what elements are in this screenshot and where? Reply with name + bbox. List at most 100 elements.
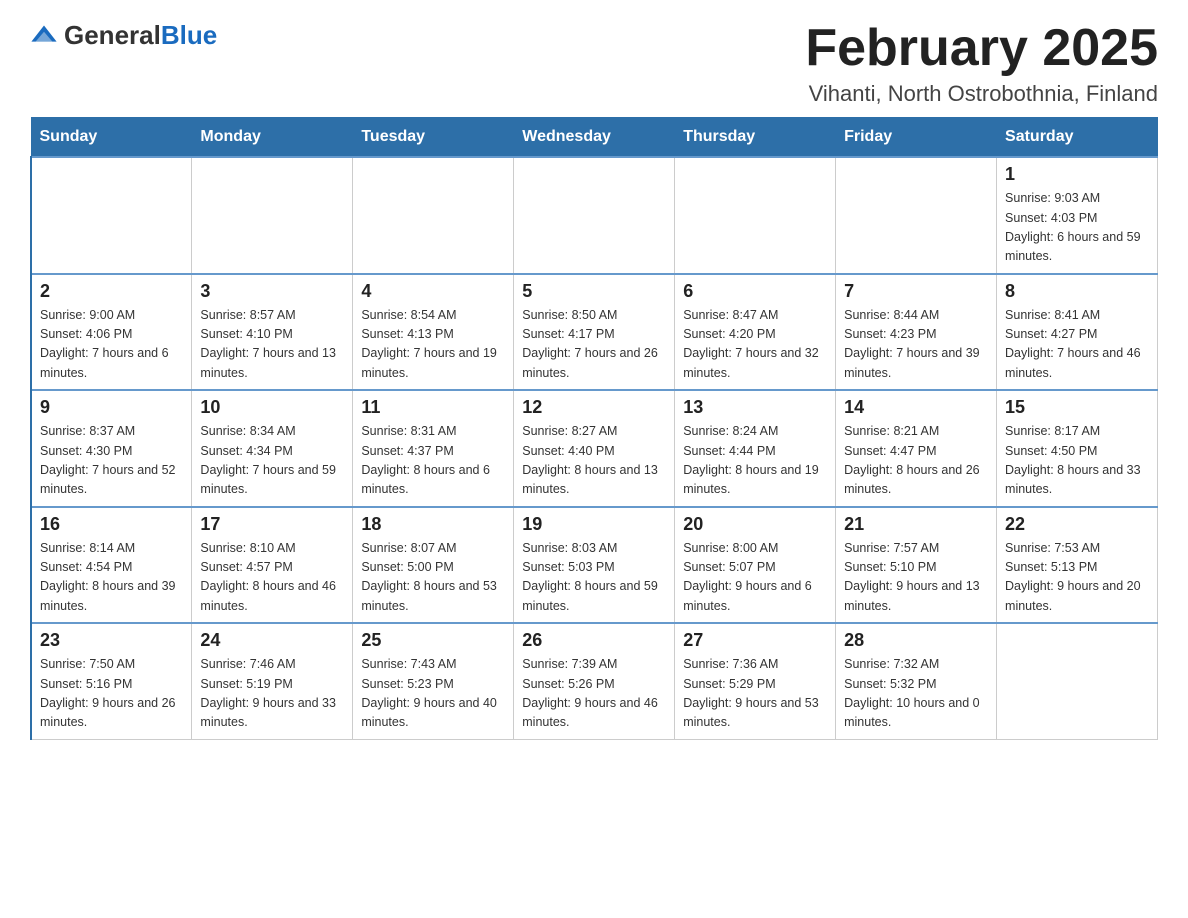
- calendar-cell: [675, 157, 836, 274]
- day-info: Sunrise: 8:50 AMSunset: 4:17 PMDaylight:…: [522, 306, 666, 384]
- calendar-cell: 28 Sunrise: 7:32 AMSunset: 5:32 PMDayligh…: [836, 623, 997, 739]
- calendar-cell: 3 Sunrise: 8:57 AMSunset: 4:10 PMDaylight…: [192, 274, 353, 391]
- calendar-cell: 12Sunrise: 8:27 AMSunset: 4:40 PMDayligh…: [514, 390, 675, 507]
- calendar-header-row: SundayMondayTuesdayWednesdayThursdayFrid…: [31, 118, 1158, 158]
- calendar-cell: [31, 157, 192, 274]
- calendar-cell: 7 Sunrise: 8:44 AMSunset: 4:23 PMDaylight…: [836, 274, 997, 391]
- day-number: 9: [40, 397, 183, 418]
- calendar-cell: [353, 157, 514, 274]
- calendar-cell: 26Sunrise: 7:39 AMSunset: 5:26 PMDayligh…: [514, 623, 675, 739]
- calendar-cell: 5 Sunrise: 8:50 AMSunset: 4:17 PMDaylight…: [514, 274, 675, 391]
- calendar-cell: 24Sunrise: 7:46 AMSunset: 5:19 PMDayligh…: [192, 623, 353, 739]
- calendar-cell: 6 Sunrise: 8:47 AMSunset: 4:20 PMDaylight…: [675, 274, 836, 391]
- day-number: 15: [1005, 397, 1149, 418]
- day-info: Sunrise: 8:34 AMSunset: 4:34 PMDaylight:…: [200, 422, 344, 500]
- header-saturday: Saturday: [997, 118, 1158, 158]
- day-info: Sunrise: 8:07 AMSunset: 5:00 PMDaylight:…: [361, 539, 505, 617]
- day-info: Sunrise: 7:32 AMSunset: 5:32 PMDaylight:…: [844, 655, 988, 733]
- day-number: 10: [200, 397, 344, 418]
- header-thursday: Thursday: [675, 118, 836, 158]
- calendar-cell: 11 Sunrise: 8:31 AMSunset: 4:37 PMDayligh…: [353, 390, 514, 507]
- day-info: Sunrise: 7:50 AMSunset: 5:16 PMDaylight:…: [40, 655, 183, 733]
- day-info: Sunrise: 8:21 AMSunset: 4:47 PMDaylight:…: [844, 422, 988, 500]
- day-info: Sunrise: 8:10 AMSunset: 4:57 PMDaylight:…: [200, 539, 344, 617]
- day-number: 23: [40, 630, 183, 651]
- calendar-cell: 25 Sunrise: 7:43 AMSunset: 5:23 PMDayligh…: [353, 623, 514, 739]
- logo-icon: [30, 22, 58, 50]
- calendar-cell: 21 Sunrise: 7:57 AMSunset: 5:10 PMDayligh…: [836, 507, 997, 624]
- calendar-week-row: 9 Sunrise: 8:37 AMSunset: 4:30 PMDaylight…: [31, 390, 1158, 507]
- day-info: Sunrise: 8:37 AMSunset: 4:30 PMDaylight:…: [40, 422, 183, 500]
- calendar-cell: 9 Sunrise: 8:37 AMSunset: 4:30 PMDaylight…: [31, 390, 192, 507]
- day-number: 5: [522, 281, 666, 302]
- title-block: February 2025 Vihanti, North Ostrobothni…: [805, 20, 1158, 107]
- day-number: 28: [844, 630, 988, 651]
- day-number: 6: [683, 281, 827, 302]
- day-info: Sunrise: 8:24 AMSunset: 4:44 PMDaylight:…: [683, 422, 827, 500]
- day-info: Sunrise: 9:03 AMSunset: 4:03 PMDaylight:…: [1005, 189, 1149, 267]
- day-info: Sunrise: 7:39 AMSunset: 5:26 PMDaylight:…: [522, 655, 666, 733]
- header-tuesday: Tuesday: [353, 118, 514, 158]
- day-info: Sunrise: 8:47 AMSunset: 4:20 PMDaylight:…: [683, 306, 827, 384]
- day-number: 11: [361, 397, 505, 418]
- calendar-cell: 14 Sunrise: 8:21 AMSunset: 4:47 PMDayligh…: [836, 390, 997, 507]
- logo-text: GeneralBlue: [64, 20, 217, 51]
- day-info: Sunrise: 8:03 AMSunset: 5:03 PMDaylight:…: [522, 539, 666, 617]
- day-number: 2: [40, 281, 183, 302]
- day-number: 25: [361, 630, 505, 651]
- calendar-cell: 10 Sunrise: 8:34 AMSunset: 4:34 PMDayligh…: [192, 390, 353, 507]
- calendar-cell: [192, 157, 353, 274]
- day-number: 13: [683, 397, 827, 418]
- day-number: 17: [200, 514, 344, 535]
- day-number: 24: [200, 630, 344, 651]
- calendar-cell: 27Sunrise: 7:36 AMSunset: 5:29 PMDayligh…: [675, 623, 836, 739]
- day-number: 3: [200, 281, 344, 302]
- logo: GeneralBlue: [30, 20, 217, 51]
- calendar-cell: 18Sunrise: 8:07 AMSunset: 5:00 PMDayligh…: [353, 507, 514, 624]
- calendar-cell: 13 Sunrise: 8:24 AMSunset: 4:44 PMDayligh…: [675, 390, 836, 507]
- day-info: Sunrise: 8:14 AMSunset: 4:54 PMDaylight:…: [40, 539, 183, 617]
- day-number: 27: [683, 630, 827, 651]
- day-info: Sunrise: 8:57 AMSunset: 4:10 PMDaylight:…: [200, 306, 344, 384]
- header-sunday: Sunday: [31, 118, 192, 158]
- day-number: 14: [844, 397, 988, 418]
- day-number: 16: [40, 514, 183, 535]
- calendar-week-row: 23 Sunrise: 7:50 AMSunset: 5:16 PMDayligh…: [31, 623, 1158, 739]
- calendar-cell: 2 Sunrise: 9:00 AMSunset: 4:06 PMDaylight…: [31, 274, 192, 391]
- month-title: February 2025: [805, 20, 1158, 77]
- location-subtitle: Vihanti, North Ostrobothnia, Finland: [805, 81, 1158, 107]
- calendar-cell: 17 Sunrise: 8:10 AMSunset: 4:57 PMDayligh…: [192, 507, 353, 624]
- day-number: 20: [683, 514, 827, 535]
- day-info: Sunrise: 8:54 AMSunset: 4:13 PMDaylight:…: [361, 306, 505, 384]
- day-info: Sunrise: 7:53 AMSunset: 5:13 PMDaylight:…: [1005, 539, 1149, 617]
- calendar-cell: 20 Sunrise: 8:00 AMSunset: 5:07 PMDayligh…: [675, 507, 836, 624]
- day-info: Sunrise: 7:57 AMSunset: 5:10 PMDaylight:…: [844, 539, 988, 617]
- calendar-week-row: 1 Sunrise: 9:03 AMSunset: 4:03 PMDaylight…: [31, 157, 1158, 274]
- day-info: Sunrise: 8:41 AMSunset: 4:27 PMDaylight:…: [1005, 306, 1149, 384]
- calendar-cell: 8Sunrise: 8:41 AMSunset: 4:27 PMDaylight…: [997, 274, 1158, 391]
- calendar-week-row: 16 Sunrise: 8:14 AMSunset: 4:54 PMDayligh…: [31, 507, 1158, 624]
- page-header: GeneralBlue February 2025 Vihanti, North…: [30, 20, 1158, 107]
- day-number: 7: [844, 281, 988, 302]
- calendar-week-row: 2 Sunrise: 9:00 AMSunset: 4:06 PMDaylight…: [31, 274, 1158, 391]
- calendar-cell: [514, 157, 675, 274]
- header-monday: Monday: [192, 118, 353, 158]
- day-info: Sunrise: 9:00 AMSunset: 4:06 PMDaylight:…: [40, 306, 183, 384]
- calendar-cell: 22 Sunrise: 7:53 AMSunset: 5:13 PMDayligh…: [997, 507, 1158, 624]
- calendar-cell: 4 Sunrise: 8:54 AMSunset: 4:13 PMDaylight…: [353, 274, 514, 391]
- calendar-cell: [997, 623, 1158, 739]
- header-friday: Friday: [836, 118, 997, 158]
- calendar-cell: 23 Sunrise: 7:50 AMSunset: 5:16 PMDayligh…: [31, 623, 192, 739]
- day-info: Sunrise: 8:44 AMSunset: 4:23 PMDaylight:…: [844, 306, 988, 384]
- day-number: 4: [361, 281, 505, 302]
- day-info: Sunrise: 8:00 AMSunset: 5:07 PMDaylight:…: [683, 539, 827, 617]
- calendar-cell: 19Sunrise: 8:03 AMSunset: 5:03 PMDayligh…: [514, 507, 675, 624]
- day-number: 12: [522, 397, 666, 418]
- calendar-cell: 16 Sunrise: 8:14 AMSunset: 4:54 PMDayligh…: [31, 507, 192, 624]
- day-info: Sunrise: 7:43 AMSunset: 5:23 PMDaylight:…: [361, 655, 505, 733]
- day-number: 1: [1005, 164, 1149, 185]
- day-number: 21: [844, 514, 988, 535]
- day-info: Sunrise: 8:31 AMSunset: 4:37 PMDaylight:…: [361, 422, 505, 500]
- day-number: 22: [1005, 514, 1149, 535]
- calendar-cell: [836, 157, 997, 274]
